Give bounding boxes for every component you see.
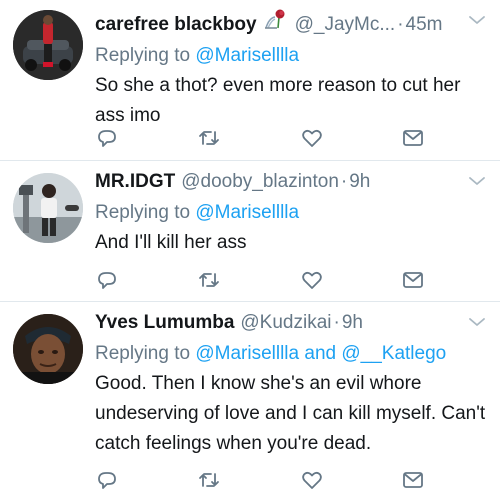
like-button[interactable] xyxy=(300,268,324,292)
tweet-actions xyxy=(95,126,425,150)
tweet-actions xyxy=(95,268,425,292)
replying-to: Replying to @Mariselllla xyxy=(95,200,486,226)
tweet-header: MR.IDGT @dooby_blazinton · 9h xyxy=(95,169,486,195)
user-handle[interactable]: @Kudzikai xyxy=(240,310,331,336)
separator-dot: · xyxy=(333,312,340,333)
retweet-icon xyxy=(199,473,219,487)
tweet-header: carefree blackboy @_JayMc... · 45m xyxy=(95,8,486,38)
replying-to-label: Replying to xyxy=(95,45,196,66)
reply-icon xyxy=(98,130,116,147)
timeline-feed: carefree blackboy @_JayMc... · 45m Reply… xyxy=(0,0,500,502)
tweet-actions xyxy=(95,468,425,492)
avatar-photo xyxy=(13,314,83,384)
chevron-down-icon[interactable] xyxy=(468,14,486,26)
retweet-button[interactable] xyxy=(197,468,221,492)
avatar-photo xyxy=(13,10,83,80)
mention-link[interactable]: @Mariselllla xyxy=(195,45,299,66)
tweet[interactable]: Yves Lumumba @Kudzikai · 9h Replying to … xyxy=(0,302,500,502)
chevron-down-icon[interactable] xyxy=(468,316,486,328)
mention-link[interactable]: @__Katlego xyxy=(341,343,446,364)
tweet[interactable]: MR.IDGT @dooby_blazinton · 9h Replying t… xyxy=(0,161,500,302)
reply-icon xyxy=(98,472,116,489)
reply-button[interactable] xyxy=(95,268,119,292)
avatar[interactable] xyxy=(13,173,83,243)
user-handle[interactable]: @_JayMc... xyxy=(295,12,396,38)
direct-message-button[interactable] xyxy=(401,268,425,292)
replying-to-label: Replying to xyxy=(95,343,196,364)
like-button[interactable] xyxy=(300,468,324,492)
reply-icon xyxy=(98,272,116,289)
retweet-icon xyxy=(199,131,219,145)
tweet[interactable]: carefree blackboy @_JayMc... · 45m Reply… xyxy=(0,0,500,161)
retweet-button[interactable] xyxy=(197,126,221,150)
avatar-photo xyxy=(13,173,83,243)
direct-message-icon xyxy=(403,272,423,288)
replying-to: Replying to @Mariselllla and @__Katlego xyxy=(95,341,486,367)
timestamp[interactable]: 45m xyxy=(406,12,443,38)
like-icon xyxy=(302,271,322,289)
separator-dot: · xyxy=(340,171,348,192)
user-handle[interactable]: @dooby_blazinton xyxy=(181,169,339,195)
retweet-icon xyxy=(199,273,219,287)
tweet-text: So she a thot? even more reason to cut h… xyxy=(95,75,461,126)
reply-button[interactable] xyxy=(95,468,119,492)
mention-joiner: and xyxy=(299,343,342,364)
tweet-text: And I'll kill her ass xyxy=(95,232,247,253)
reply-button[interactable] xyxy=(95,126,119,150)
separator-dot: · xyxy=(397,14,404,35)
replying-to-label: Replying to xyxy=(95,202,196,223)
direct-message-button[interactable] xyxy=(401,126,425,150)
direct-message-icon xyxy=(403,130,423,146)
mention-link[interactable]: @Mariselllla xyxy=(195,343,299,364)
direct-message-button[interactable] xyxy=(401,468,425,492)
display-name[interactable]: Yves Lumumba xyxy=(95,310,234,336)
replying-to: Replying to @Mariselllla xyxy=(95,43,486,69)
timestamp[interactable]: 9h xyxy=(349,169,370,195)
mention-link[interactable]: @Mariselllla xyxy=(195,202,299,223)
tweet-text: Good. Then I know she's an evil whore un… xyxy=(95,373,486,454)
retweet-button[interactable] xyxy=(197,268,221,292)
display-name[interactable]: carefree blackboy xyxy=(95,12,257,38)
like-icon xyxy=(302,471,322,489)
avatar[interactable] xyxy=(13,10,83,80)
avatar[interactable] xyxy=(13,314,83,384)
rose-on-fountain-icon xyxy=(264,9,285,29)
direct-message-icon xyxy=(403,472,423,488)
chevron-down-icon[interactable] xyxy=(468,175,486,187)
tweet-header: Yves Lumumba @Kudzikai · 9h xyxy=(95,310,486,336)
display-name[interactable]: MR.IDGT xyxy=(95,169,175,195)
timestamp[interactable]: 9h xyxy=(342,310,363,336)
like-icon xyxy=(302,129,322,147)
like-button[interactable] xyxy=(300,126,324,150)
